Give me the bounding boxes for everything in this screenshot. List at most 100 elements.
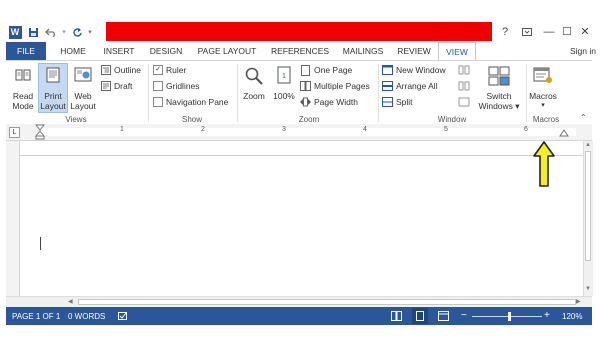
group-separator [148, 64, 149, 122]
web-layout-icon [74, 67, 92, 82]
proofing-icon [118, 312, 127, 320]
new-window-icon [382, 65, 393, 75]
zoom-slider-track[interactable] [472, 316, 542, 317]
tab-review[interactable]: REVIEW [396, 42, 432, 60]
group-separator [526, 64, 527, 122]
multiple-pages-icon [300, 81, 311, 91]
scroll-left-icon[interactable]: ◀ [68, 298, 73, 305]
web-layout-button[interactable]: Web Layout [68, 65, 98, 111]
right-indent-marker-icon [559, 129, 569, 137]
checkbox-empty-icon [153, 81, 163, 91]
gridlines-checkbox[interactable]: Gridlines [153, 81, 200, 91]
read-mode-button[interactable]: Read Mode [10, 65, 36, 111]
tab-view[interactable]: VIEW [438, 42, 476, 60]
group-separator [378, 64, 379, 122]
tab-references[interactable]: REFERENCES [270, 42, 330, 60]
outline-label: Outline [114, 65, 141, 75]
zoom-in-icon[interactable]: + [544, 310, 550, 321]
page-count[interactable]: PAGE 1 OF 1 [12, 312, 60, 321]
navigation-pane-checkbox[interactable]: Navigation Pane [153, 97, 228, 107]
sign-in-link[interactable]: Sign in [570, 46, 596, 56]
split-icon [382, 97, 393, 107]
tab-design[interactable]: DESIGN [146, 42, 186, 60]
outline-button[interactable]: Outline [100, 65, 141, 75]
horizontal-scrollbar[interactable]: ◀ ▶ [6, 296, 592, 307]
read-mode-icon [15, 69, 31, 81]
split-button[interactable]: Split [382, 97, 413, 107]
web-layout-label-2: Layout [70, 101, 96, 111]
draft-label: Draft [114, 81, 133, 91]
zoom-slider-thumb[interactable] [508, 312, 511, 321]
ribbon-display-options-icon[interactable] [516, 22, 538, 41]
macros-label: Macros [529, 91, 557, 101]
document-canvas[interactable] [6, 141, 584, 296]
one-page-button[interactable]: One Page [300, 64, 353, 76]
one-page-label: One Page [314, 65, 353, 75]
macros-icon [533, 67, 552, 83]
zoom-100-button[interactable]: 1 100% [270, 65, 298, 111]
tab-file[interactable]: FILE [6, 42, 46, 60]
ruler-label: Ruler [166, 65, 187, 75]
group-label-show: Show [181, 115, 202, 124]
print-layout-icon [46, 67, 60, 83]
quick-access-toolbar: W ▾ ▾ [6, 22, 94, 42]
arrange-all-button[interactable]: Arrange All [382, 81, 438, 91]
page-width-button[interactable]: Page Width [300, 97, 358, 107]
multiple-pages-button[interactable]: Multiple Pages [300, 81, 370, 91]
close-button[interactable]: ✕ [574, 22, 596, 41]
vertical-scrollbar[interactable]: ▲ ▼ [583, 141, 593, 296]
read-mode-view-icon [391, 311, 402, 321]
save-icon[interactable] [24, 23, 42, 41]
switch-windows-button[interactable]: Switch Windows ▾ [478, 65, 520, 111]
print-layout-view-button[interactable] [412, 308, 428, 324]
group-label-zoom: Zoom [298, 115, 320, 124]
scroll-down-icon[interactable]: ▼ [585, 286, 591, 292]
horizontal-scroll-thumb[interactable] [78, 299, 576, 305]
ruler-number: 3 [282, 126, 286, 133]
macros-dropdown-icon: ▾ [541, 102, 545, 109]
zoom-out-icon[interactable]: − [461, 310, 467, 321]
horizontal-ruler[interactable]: L 1 2 3 4 5 6 [6, 124, 592, 141]
page-100-icon: 1 [277, 66, 291, 84]
multiple-pages-label: Multiple Pages [314, 81, 370, 91]
new-window-label: New Window [396, 65, 446, 75]
undo-icon[interactable] [42, 23, 60, 41]
macros-button[interactable]: Macros ▾ [528, 65, 558, 111]
indent-marker-icon [35, 124, 45, 140]
window-small-icons [458, 65, 470, 109]
print-layout-label-2: Layout [40, 101, 66, 111]
ruler-checkbox[interactable]: ✓ Ruler [153, 65, 186, 75]
ruler-number: 4 [363, 126, 367, 133]
new-window-button[interactable]: New Window [382, 65, 446, 75]
tab-insert[interactable]: INSERT [100, 42, 138, 60]
arrange-all-icon [382, 81, 393, 91]
page-top-edge [19, 155, 583, 156]
word-app-icon[interactable]: W [6, 23, 24, 41]
draft-button[interactable]: Draft [100, 81, 132, 91]
dropdown-chevron-icon[interactable]: ▾ [60, 23, 68, 41]
zoom-level[interactable]: 120% [562, 312, 582, 321]
tab-selector[interactable]: L [9, 127, 20, 138]
word-logo: W [8, 25, 22, 39]
zoom-button[interactable]: Zoom [240, 65, 268, 111]
customize-qat-icon[interactable]: ▾ [86, 23, 94, 41]
page-width-icon [300, 97, 311, 107]
group-separator [237, 64, 238, 122]
tab-home[interactable]: HOME [56, 42, 90, 60]
collapse-ribbon-icon[interactable]: ⌃ [580, 113, 587, 122]
print-layout-button[interactable]: Print Layout [38, 63, 68, 113]
switch-windows-label-2: Windows ▾ [478, 101, 520, 111]
arrange-all-label: Arrange All [396, 81, 438, 91]
word-count[interactable]: 0 WORDS [68, 312, 105, 321]
magnifier-icon [245, 67, 263, 85]
zoom-label: Zoom [243, 91, 265, 101]
one-page-icon [300, 64, 311, 76]
vertical-scroll-thumb[interactable] [585, 151, 591, 261]
scroll-right-icon[interactable]: ▶ [576, 298, 581, 305]
redo-icon[interactable] [68, 23, 86, 41]
outline-icon [100, 65, 111, 75]
tab-page-layout[interactable]: PAGE LAYOUT [196, 42, 258, 60]
help-button[interactable]: ? [494, 22, 516, 41]
tab-mailings[interactable]: MAILINGS [338, 42, 388, 60]
scroll-up-icon[interactable]: ▲ [585, 142, 591, 148]
